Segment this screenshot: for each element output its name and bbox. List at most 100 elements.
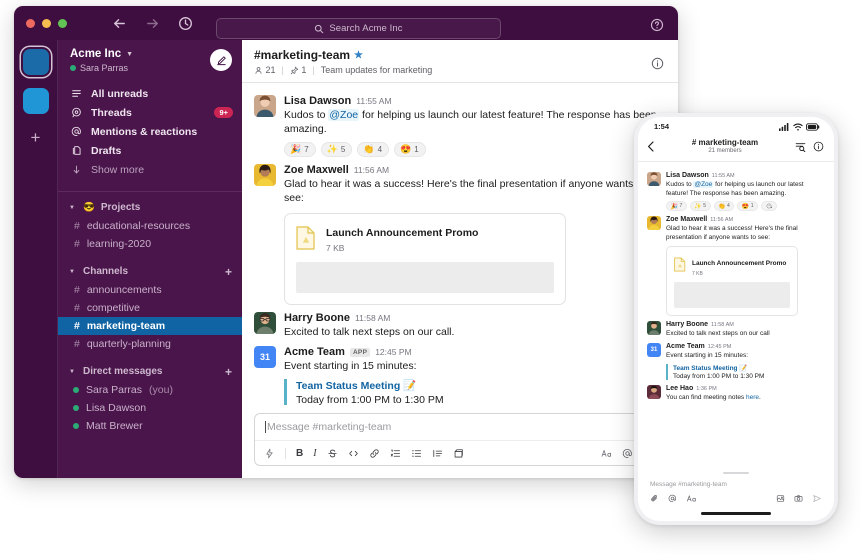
phone-message-author[interactable]: Harry Boone [666, 321, 708, 328]
new-direct-message-button[interactable]: + [225, 366, 232, 378]
info-icon[interactable] [813, 141, 824, 152]
workspace-name-row[interactable]: Acme Inc ▼ [70, 48, 210, 60]
message-author[interactable]: Harry Boone [284, 312, 350, 324]
add-channel-button[interactable]: + [225, 266, 232, 278]
lightning-icon[interactable] [264, 448, 275, 459]
sidebar-item-mentions-reactions[interactable]: Mentions & reactions [58, 122, 242, 141]
phone-file-preview-area[interactable] [674, 282, 790, 309]
code-block-icon[interactable] [453, 448, 464, 459]
phone-message-input[interactable]: Message #marketing-team [638, 481, 834, 494]
photo-icon[interactable] [776, 494, 785, 503]
sidebar-channel-educational-resources[interactable]: # educational-resources [58, 217, 242, 235]
sidebar-item-all-unreads[interactable]: All unreads [58, 84, 242, 103]
avatar[interactable] [254, 95, 276, 117]
member-count-group[interactable]: 21 [254, 65, 276, 75]
maximize-window-button[interactable] [58, 18, 67, 28]
back-arrow-icon[interactable] [112, 16, 127, 31]
drag-handle[interactable] [723, 472, 749, 474]
mention-icon[interactable] [668, 494, 677, 503]
channel-topic[interactable]: Team updates for marketing [321, 65, 433, 75]
app-avatar-calendar[interactable]: 31 [647, 343, 661, 358]
phone-channel-titles[interactable]: # marketing-team 21 members [655, 138, 795, 154]
reaction-chip[interactable]: 👏 4 [713, 201, 735, 212]
sidebar-channel-learning-2020[interactable]: # learning-2020 [58, 235, 242, 253]
minimize-window-button[interactable] [42, 18, 51, 28]
avatar[interactable] [254, 311, 276, 334]
compose-message-button[interactable] [210, 49, 232, 71]
add-workspace-button[interactable]: + [31, 129, 41, 146]
message-author[interactable]: Zoe Maxwell [284, 164, 349, 176]
reaction-chip[interactable]: 🎉 7 [666, 201, 687, 212]
add-reaction-icon[interactable] [761, 201, 778, 212]
event-title[interactable]: Team Status Meeting 📝 [296, 379, 664, 392]
message-author[interactable]: Acme Team [284, 346, 345, 358]
search-input[interactable]: Search Acme Inc [216, 18, 501, 39]
strikethrough-icon[interactable] [327, 448, 338, 459]
sidebar-section-channels[interactable]: ▼ Channels + [58, 262, 242, 281]
help-circle-icon[interactable] [650, 18, 664, 32]
star-icon[interactable]: ★ [354, 50, 363, 61]
close-window-button[interactable] [26, 18, 35, 28]
phone-message-author[interactable]: Lee Hao [666, 385, 693, 392]
phone-message-author[interactable]: Acme Team [666, 343, 705, 350]
forward-arrow-icon[interactable] [145, 16, 160, 31]
send-icon[interactable] [812, 494, 822, 503]
sidebar-item-drafts[interactable]: Drafts [58, 141, 242, 160]
clock-icon[interactable] [178, 16, 193, 31]
app-avatar-calendar[interactable]: 31 [254, 346, 276, 369]
sidebar-section-projects[interactable]: ▼ 😎 Projects [58, 198, 242, 217]
sidebar-channel-quarterly-planning[interactable]: # quarterly-planning [58, 335, 242, 353]
user-mention[interactable]: @Zoe [693, 181, 714, 188]
sidebar-item-threads[interactable]: Threads 9+ [58, 103, 242, 122]
reaction-chip[interactable]: ✨ 5 [689, 201, 711, 212]
workspace-tile-secondary[interactable] [22, 88, 49, 114]
channel-title-row[interactable]: #marketing-team ★ [254, 48, 666, 62]
italic-icon[interactable]: I [313, 448, 316, 459]
avatar[interactable] [647, 216, 661, 231]
file-preview-area[interactable] [296, 261, 554, 293]
sidebar-channel-announcements[interactable]: # announcements [58, 281, 242, 299]
avatar[interactable] [254, 163, 276, 186]
bold-icon[interactable]: B [296, 448, 303, 459]
message-timestamp[interactable]: 11:56 AM [354, 165, 389, 175]
pin-count-group[interactable]: 1 [290, 65, 306, 75]
message-author[interactable]: Lisa Dawson [284, 95, 351, 107]
bulleted-list-icon[interactable] [411, 448, 422, 459]
file-attachment-card[interactable]: Launch Announcement Promo 7 KB [284, 212, 566, 305]
reaction-chip[interactable]: ✨ 5 [320, 141, 353, 157]
workspace-header[interactable]: Acme Inc ▼ Sara Parras [58, 40, 242, 82]
channel-info-icon[interactable] [651, 57, 664, 70]
reaction-chip[interactable]: 👏 4 [357, 141, 390, 157]
workspace-tile-acme-inc[interactable] [22, 49, 49, 75]
format-icon[interactable] [601, 448, 612, 459]
message-input[interactable]: Message #marketing-team [255, 414, 663, 440]
attachment-icon[interactable] [650, 494, 659, 503]
message-composer[interactable]: Message #marketing-team B I [254, 413, 664, 466]
phone-message-author[interactable]: Zoe Maxwell [666, 216, 707, 223]
sidebar-dm-matt-brewer[interactable]: Matt Brewer [58, 417, 242, 435]
avatar[interactable] [647, 172, 661, 186]
user-mention[interactable]: @Zoe [328, 109, 360, 121]
sidebar-channel-competitive[interactable]: # competitive [58, 299, 242, 317]
reaction-chip[interactable]: 😍 1 [737, 201, 759, 212]
blockquote-icon[interactable] [432, 448, 443, 459]
code-icon[interactable] [348, 448, 359, 459]
window-controls[interactable] [26, 18, 67, 28]
avatar[interactable] [647, 384, 661, 399]
current-user-row[interactable]: Sara Parras [70, 63, 210, 73]
message-timestamp[interactable]: 11:55 AM [356, 96, 391, 106]
phone-file-attachment-card[interactable]: Launch Announcement Promo 7 KB [666, 246, 798, 317]
sidebar-channel-marketing-team[interactable]: # marketing-team [58, 317, 242, 335]
search-messages-icon[interactable] [795, 141, 806, 152]
sidebar-dm-lisa-dawson[interactable]: Lisa Dawson [58, 399, 242, 417]
chevron-left-icon[interactable] [647, 140, 655, 152]
sidebar-dm-sara-parras[interactable]: Sara Parras (you) [58, 381, 242, 399]
phone-message-author[interactable]: Lisa Dawson [666, 172, 709, 179]
format-icon[interactable] [686, 494, 697, 503]
sidebar-item-show-more[interactable]: Show more [58, 160, 242, 179]
avatar[interactable] [647, 321, 661, 336]
sidebar-section-direct-messages[interactable]: ▼ Direct messages + [58, 362, 242, 381]
link-icon[interactable] [369, 448, 380, 459]
camera-icon[interactable] [794, 494, 803, 503]
reaction-chip[interactable]: 😍 1 [394, 141, 426, 157]
